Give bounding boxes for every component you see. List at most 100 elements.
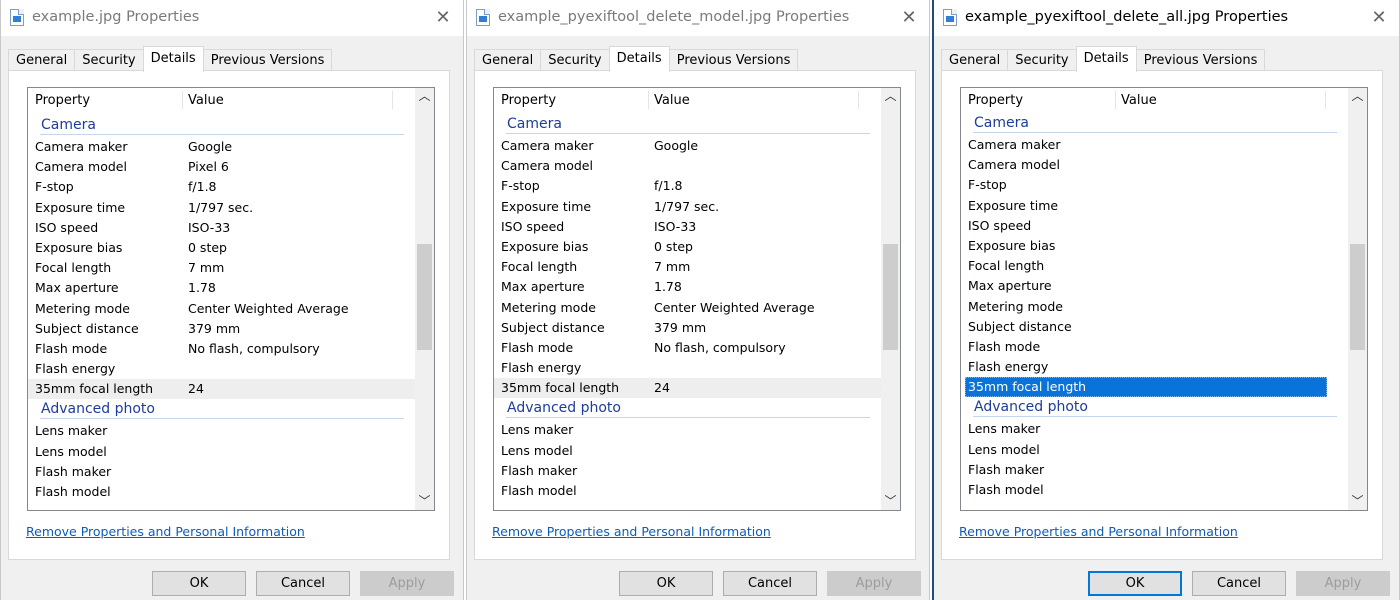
property-value[interactable]: 1.78 bbox=[654, 277, 682, 297]
property-row-iso-speed[interactable]: ISO speed bbox=[961, 216, 1349, 236]
close-icon[interactable]: ✕ bbox=[897, 6, 921, 30]
property-row-flash-model[interactable]: Flash model bbox=[494, 481, 882, 501]
close-icon[interactable]: ✕ bbox=[431, 6, 455, 30]
property-row-lens-maker[interactable]: Lens maker bbox=[494, 420, 882, 440]
chevron-up-icon[interactable]: ︿ bbox=[881, 88, 900, 105]
property-value[interactable]: 0 step bbox=[188, 238, 227, 258]
property-row-subject-distance[interactable]: Subject distance 379 mm bbox=[28, 319, 416, 339]
apply-button[interactable]: Apply bbox=[1296, 571, 1390, 596]
vertical-scrollbar[interactable]: ︿ ﹀ bbox=[881, 88, 900, 510]
tab-security[interactable]: Security bbox=[74, 49, 144, 72]
property-value[interactable]: Google bbox=[188, 137, 232, 157]
property-row-f-stop[interactable]: F-stop bbox=[961, 175, 1349, 195]
property-row-flash-energy[interactable]: Flash energy bbox=[28, 359, 416, 379]
property-row-camera-model[interactable]: Camera model bbox=[961, 155, 1349, 175]
scrollbar-thumb[interactable] bbox=[1350, 244, 1365, 350]
property-row-lens-model[interactable]: Lens model bbox=[494, 441, 882, 461]
vertical-scrollbar[interactable]: ︿ ﹀ bbox=[1348, 88, 1367, 510]
column-property[interactable]: Property bbox=[968, 93, 1023, 108]
property-value[interactable]: 24 bbox=[188, 379, 204, 399]
remove-properties-link[interactable]: Remove Properties and Personal Informati… bbox=[26, 524, 305, 539]
chevron-down-icon[interactable]: ﹀ bbox=[881, 493, 900, 510]
column-value[interactable]: Value bbox=[188, 93, 224, 108]
title-bar[interactable]: example_pyexiftool_delete_model.jpg Prop… bbox=[467, 0, 929, 36]
property-value[interactable]: 7 mm bbox=[654, 257, 690, 277]
property-row-exposure-bias[interactable]: Exposure bias 0 step bbox=[494, 237, 882, 257]
property-row-iso-speed[interactable]: ISO speed ISO-33 bbox=[28, 218, 416, 238]
property-value[interactable]: No flash, compulsory bbox=[188, 339, 320, 359]
property-row-metering-mode[interactable]: Metering mode Center Weighted Average bbox=[494, 298, 882, 318]
cancel-button[interactable]: Cancel bbox=[1192, 571, 1286, 596]
ok-button[interactable]: OK bbox=[152, 571, 246, 596]
property-row-focal-length[interactable]: Focal length 7 mm bbox=[28, 258, 416, 278]
property-row-exposure-time[interactable]: Exposure time bbox=[961, 196, 1349, 216]
ok-button[interactable]: OK bbox=[1088, 571, 1182, 596]
property-row-camera-maker[interactable]: Camera maker bbox=[961, 135, 1349, 155]
property-value[interactable]: 1/797 sec. bbox=[654, 197, 719, 217]
tab-general[interactable]: General bbox=[8, 49, 76, 72]
property-row-flash-mode[interactable]: Flash mode No flash, compulsory bbox=[28, 339, 416, 359]
property-row-flash-mode[interactable]: Flash mode bbox=[961, 337, 1349, 357]
property-value[interactable]: ISO-33 bbox=[654, 217, 696, 237]
property-value[interactable]: 379 mm bbox=[654, 318, 706, 338]
property-row-metering-mode[interactable]: Metering mode bbox=[961, 297, 1349, 317]
property-row-flash-energy[interactable]: Flash energy bbox=[494, 358, 882, 378]
property-row-focal-length[interactable]: Focal length 7 mm bbox=[494, 257, 882, 277]
column-divider[interactable] bbox=[1325, 91, 1326, 109]
property-row-camera-model[interactable]: Camera model Pixel 6 bbox=[28, 157, 416, 177]
property-row-max-aperture[interactable]: Max aperture 1.78 bbox=[28, 278, 416, 298]
property-row-flash-mode[interactable]: Flash mode No flash, compulsory bbox=[494, 338, 882, 358]
property-value[interactable]: 1/797 sec. bbox=[188, 198, 253, 218]
property-value[interactable]: 0 step bbox=[654, 237, 693, 257]
column-divider[interactable] bbox=[1115, 91, 1116, 109]
apply-button[interactable]: Apply bbox=[360, 571, 454, 596]
tab-security[interactable]: Security bbox=[1007, 49, 1077, 72]
property-row-f-stop[interactable]: F-stop f/1.8 bbox=[494, 176, 882, 196]
cancel-button[interactable]: Cancel bbox=[256, 571, 350, 596]
group-header-advanced-photo[interactable]: Advanced photo bbox=[961, 397, 1349, 419]
chevron-up-icon[interactable]: ︿ bbox=[415, 88, 434, 105]
property-row-focal-length-35mm[interactable]: 35mm focal length 24 bbox=[28, 379, 416, 400]
tab-details[interactable]: Details bbox=[608, 46, 670, 72]
chevron-down-icon[interactable]: ﹀ bbox=[1348, 493, 1367, 510]
property-value[interactable]: 379 mm bbox=[188, 319, 240, 339]
property-row-focal-length[interactable]: Focal length bbox=[961, 256, 1349, 276]
property-row-metering-mode[interactable]: Metering mode Center Weighted Average bbox=[28, 299, 416, 319]
property-row-subject-distance[interactable]: Subject distance 379 mm bbox=[494, 318, 882, 338]
property-value[interactable]: 7 mm bbox=[188, 258, 224, 278]
column-value[interactable]: Value bbox=[654, 93, 690, 108]
property-row-f-stop[interactable]: F-stop f/1.8 bbox=[28, 177, 416, 197]
property-row-camera-maker[interactable]: Camera maker Google bbox=[494, 136, 882, 156]
remove-properties-link[interactable]: Remove Properties and Personal Informati… bbox=[492, 524, 771, 539]
remove-properties-link[interactable]: Remove Properties and Personal Informati… bbox=[959, 524, 1238, 539]
property-row-exposure-bias[interactable]: Exposure bias 0 step bbox=[28, 238, 416, 258]
tab-previous-versions[interactable]: Previous Versions bbox=[668, 49, 799, 72]
group-header-camera[interactable]: Camera bbox=[494, 114, 882, 136]
property-row-exposure-time[interactable]: Exposure time 1/797 sec. bbox=[494, 197, 882, 217]
title-bar[interactable]: example.jpg Properties ✕ bbox=[1, 0, 463, 36]
property-value[interactable]: 1.78 bbox=[188, 278, 216, 298]
ok-button[interactable]: OK bbox=[619, 571, 713, 596]
tab-details[interactable]: Details bbox=[142, 46, 204, 72]
property-value[interactable]: Google bbox=[654, 136, 698, 156]
property-value[interactable]: 24 bbox=[654, 378, 670, 398]
group-header-advanced-photo[interactable]: Advanced photo bbox=[28, 399, 416, 421]
close-icon[interactable]: ✕ bbox=[1367, 6, 1391, 30]
tab-security[interactable]: Security bbox=[540, 49, 610, 72]
property-row-lens-maker[interactable]: Lens maker bbox=[961, 419, 1349, 439]
column-divider[interactable] bbox=[392, 91, 393, 109]
property-row-focal-length-35mm[interactable]: 35mm focal length 24 bbox=[494, 378, 882, 399]
column-divider[interactable] bbox=[182, 91, 183, 109]
property-row-flash-maker[interactable]: Flash maker bbox=[494, 461, 882, 481]
property-row-flash-model[interactable]: Flash model bbox=[961, 480, 1349, 500]
tab-previous-versions[interactable]: Previous Versions bbox=[1135, 49, 1266, 72]
property-value[interactable]: Center Weighted Average bbox=[188, 299, 349, 319]
property-row-flash-maker[interactable]: Flash maker bbox=[28, 462, 416, 482]
column-value[interactable]: Value bbox=[1121, 93, 1157, 108]
property-row-exposure-time[interactable]: Exposure time 1/797 sec. bbox=[28, 198, 416, 218]
scrollbar-thumb[interactable] bbox=[883, 244, 898, 350]
property-list[interactable]: Property Value Camera Camera maker Camera … bbox=[960, 87, 1368, 511]
group-header-camera[interactable]: Camera bbox=[28, 115, 416, 137]
property-row-max-aperture[interactable]: Max aperture bbox=[961, 276, 1349, 296]
property-value[interactable]: Center Weighted Average bbox=[654, 298, 815, 318]
